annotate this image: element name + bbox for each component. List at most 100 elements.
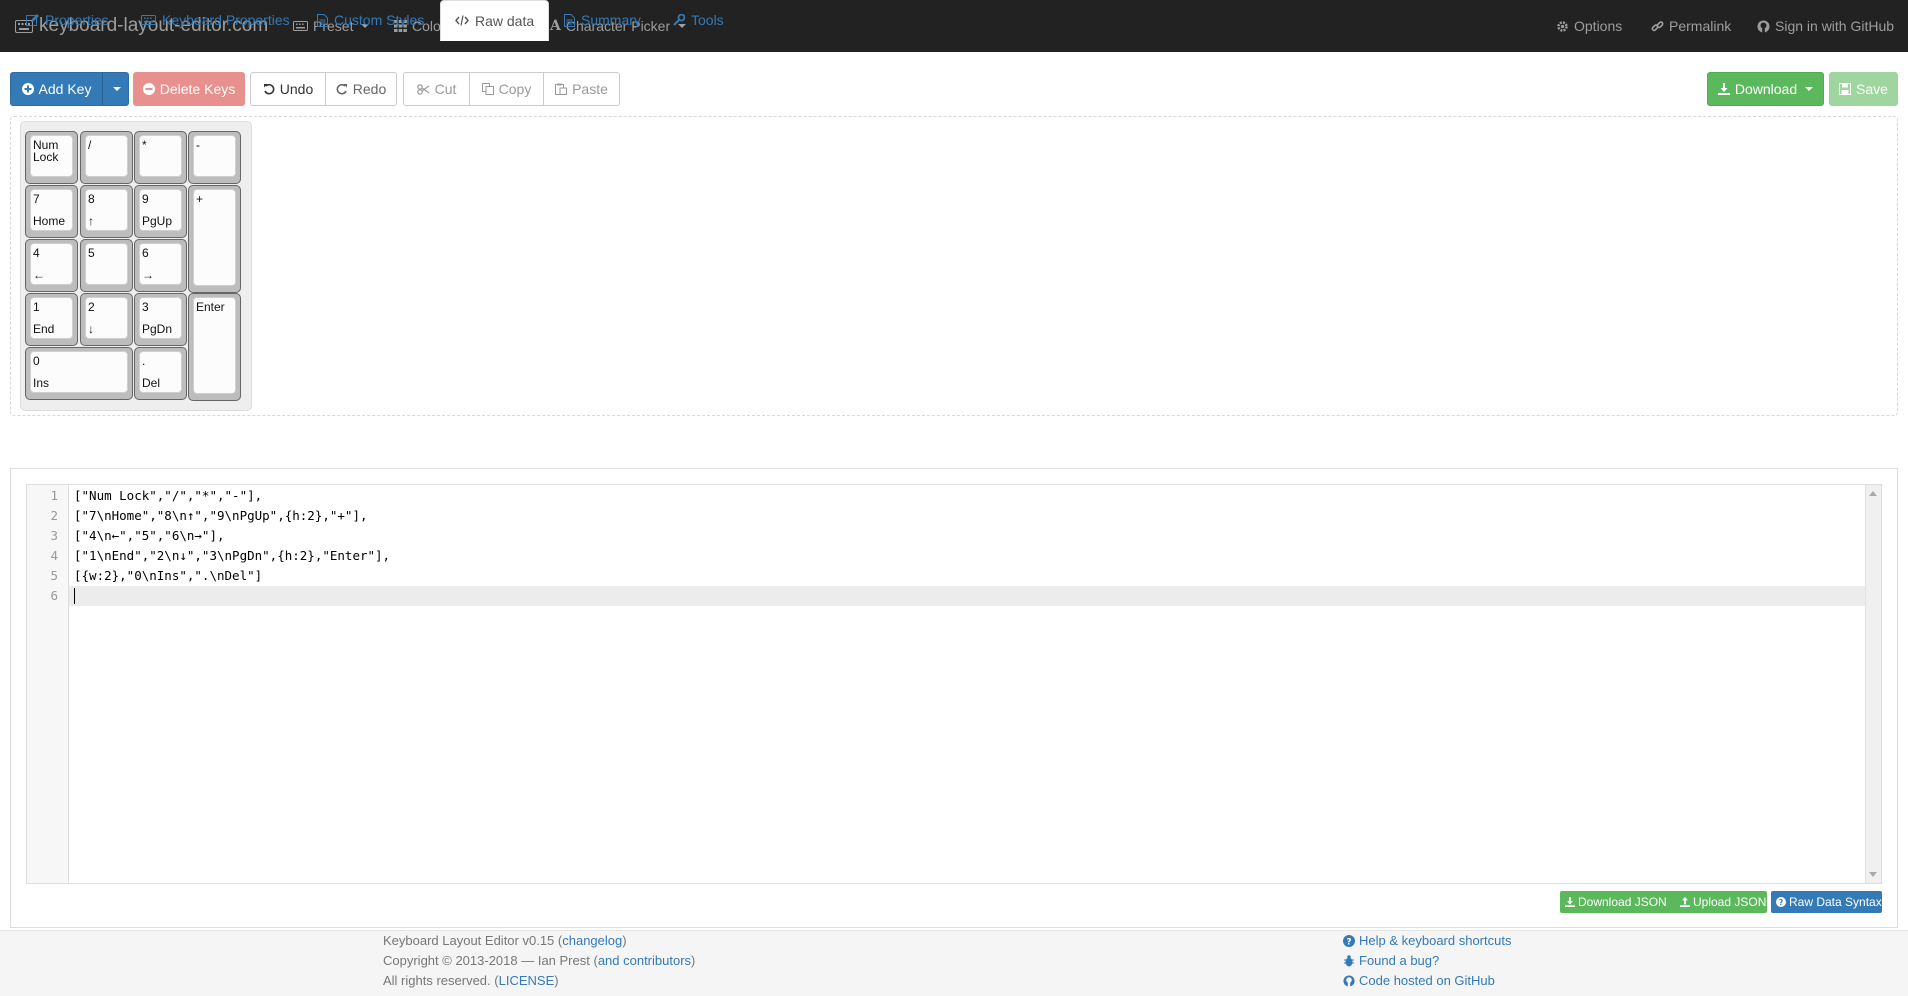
github-signin-link[interactable]: Sign in with GitHub xyxy=(1757,0,1894,52)
key-slash[interactable]: / xyxy=(80,131,133,184)
svg-text:?: ? xyxy=(1779,898,1783,907)
key-9-pgup[interactable]: 9 PgUp xyxy=(134,185,187,238)
tab-properties[interactable]: Properties xyxy=(26,0,109,40)
key-top-legend: 9 xyxy=(142,192,149,206)
download-icon xyxy=(1717,83,1730,95)
code-line: ["7\nHome","8\n↑","9\nPgUp",{h:2},"+"], xyxy=(74,508,368,523)
edit-icon xyxy=(26,14,39,26)
key-dot-del[interactable]: . Del xyxy=(134,347,187,400)
line-number: 5 xyxy=(50,568,58,583)
editor-tabs xyxy=(10,429,1898,469)
permalink-label: Permalink xyxy=(1669,18,1732,34)
delete-keys-button[interactable]: Delete Keys xyxy=(133,72,245,106)
key-top-legend: 6 xyxy=(142,246,149,260)
undo-label: Undo xyxy=(279,81,314,97)
options-label: Options xyxy=(1574,18,1623,34)
tab-keyboard-properties[interactable]: Keyboard Properties xyxy=(141,0,290,40)
tab-summary[interactable]: Summary xyxy=(564,0,641,40)
add-key-dropdown-toggle[interactable] xyxy=(102,72,129,106)
redo-label: Redo xyxy=(352,81,387,97)
key-3-pgdn[interactable]: 3 PgDn xyxy=(134,293,187,346)
svg-text:?: ? xyxy=(1346,937,1351,947)
key-6-right[interactable]: 6 → xyxy=(134,239,187,292)
upload-json-label: Upload JSON xyxy=(1693,895,1767,909)
rights-text: All rights reserved. xyxy=(383,973,491,988)
key-0-ins[interactable]: 0 Ins xyxy=(25,347,133,400)
minus-circle-icon xyxy=(142,83,155,95)
cut-label: Cut xyxy=(434,81,457,97)
paste-button[interactable]: Paste xyxy=(543,72,620,106)
key-top-legend: - xyxy=(196,138,200,152)
code-line: [{w:2},"0\nIns",".\nDel"] xyxy=(74,568,263,583)
tab-tools-label: Tools xyxy=(691,12,724,28)
key-top-legend: 3 xyxy=(142,300,149,314)
text-cursor xyxy=(74,588,75,604)
file-icon xyxy=(317,13,328,27)
copy-button[interactable]: Copy xyxy=(469,72,544,106)
key-bottom-legend: End xyxy=(33,322,55,336)
key-1-end[interactable]: 1 End xyxy=(25,293,78,346)
key-top-legend: + xyxy=(196,192,204,206)
raw-data-syntax-button[interactable]: ? Raw Data Syntax xyxy=(1771,891,1882,913)
bug-icon xyxy=(1343,954,1355,967)
gear-icon xyxy=(1556,20,1569,33)
scroll-up-arrow-icon[interactable] xyxy=(1869,491,1877,496)
key-minus[interactable]: - xyxy=(188,131,241,184)
download-button[interactable]: Download xyxy=(1707,72,1824,106)
save-button[interactable]: Save xyxy=(1829,72,1898,106)
tab-custom-styles[interactable]: Custom Styles xyxy=(317,0,424,40)
contributors-link[interactable]: and contributors xyxy=(598,953,691,968)
key-top-legend: / xyxy=(88,138,92,152)
github-icon xyxy=(1757,20,1770,33)
key-bottom-legend: Home xyxy=(33,214,66,228)
scroll-down-arrow-icon[interactable] xyxy=(1869,872,1877,877)
key-5[interactable]: 5 xyxy=(80,239,133,292)
key-8-up[interactable]: 8 ↑ xyxy=(80,185,133,238)
key-bottom-legend: ↑ xyxy=(88,214,94,228)
tab-raw-data[interactable]: Raw data xyxy=(440,0,550,41)
editor-scrollbar[interactable] xyxy=(1865,485,1881,883)
github-code-link[interactable]: Code hosted on GitHub xyxy=(1343,973,1495,988)
options-menu[interactable]: Options xyxy=(1556,0,1622,52)
line-number: 6 xyxy=(50,588,58,603)
upload-json-button[interactable]: Upload JSON xyxy=(1675,891,1767,913)
scissors-icon xyxy=(416,83,430,95)
line-number: 1 xyxy=(50,488,58,503)
keyboard-canvas[interactable] xyxy=(10,116,1898,416)
key-top-legend: 4 xyxy=(33,246,40,260)
undo-button[interactable]: Undo xyxy=(250,72,326,106)
key-top-legend: Num Lock xyxy=(33,138,59,164)
copy-icon xyxy=(481,83,494,95)
key-2-down[interactable]: 2 ↓ xyxy=(80,293,133,346)
cut-button[interactable]: Cut xyxy=(403,72,470,106)
license-link[interactable]: LICENSE xyxy=(499,973,555,988)
line-number-gutter: 1 2 3 4 5 6 xyxy=(27,485,69,883)
key-plus[interactable]: + xyxy=(188,185,241,293)
add-key-label: Add Key xyxy=(38,81,92,97)
key-top-legend: Enter xyxy=(196,300,225,314)
wrench-icon xyxy=(673,14,685,26)
add-key-button[interactable]: Add Key xyxy=(10,72,103,106)
key-4-left[interactable]: 4 ← xyxy=(25,239,78,292)
caret-down-icon xyxy=(1805,87,1814,91)
key-asterisk[interactable]: * xyxy=(134,131,187,184)
tab-tools[interactable]: Tools xyxy=(673,0,724,40)
key-7-home[interactable]: 7 Home xyxy=(25,185,78,238)
download-json-button[interactable]: Download JSON xyxy=(1560,891,1677,913)
key-enter[interactable]: Enter xyxy=(188,293,241,401)
permalink-link[interactable]: Permalink xyxy=(1651,0,1731,52)
copyright-text: Copyright © 2013-2018 — Ian Prest xyxy=(383,953,590,968)
bug-link[interactable]: Found a bug? xyxy=(1343,953,1439,968)
upload-icon xyxy=(1680,897,1690,907)
redo-button[interactable]: Redo xyxy=(325,72,397,106)
font-icon: A xyxy=(550,18,561,34)
raw-data-editor[interactable]: 1 2 3 4 5 6 ["Num Lock","/","*","-"], ["… xyxy=(26,484,1882,884)
question-circle-icon: ? xyxy=(1776,897,1786,907)
plus-circle-icon xyxy=(21,83,34,95)
help-link[interactable]: ? Help & keyboard shortcuts xyxy=(1343,933,1511,948)
changelog-link[interactable]: changelog xyxy=(562,933,622,948)
key-num-lock[interactable]: Num Lock xyxy=(25,131,78,184)
github-code-label: Code hosted on GitHub xyxy=(1359,973,1495,988)
key-top-legend: 5 xyxy=(88,246,95,260)
tab-custom-styles-label: Custom Styles xyxy=(334,12,425,28)
